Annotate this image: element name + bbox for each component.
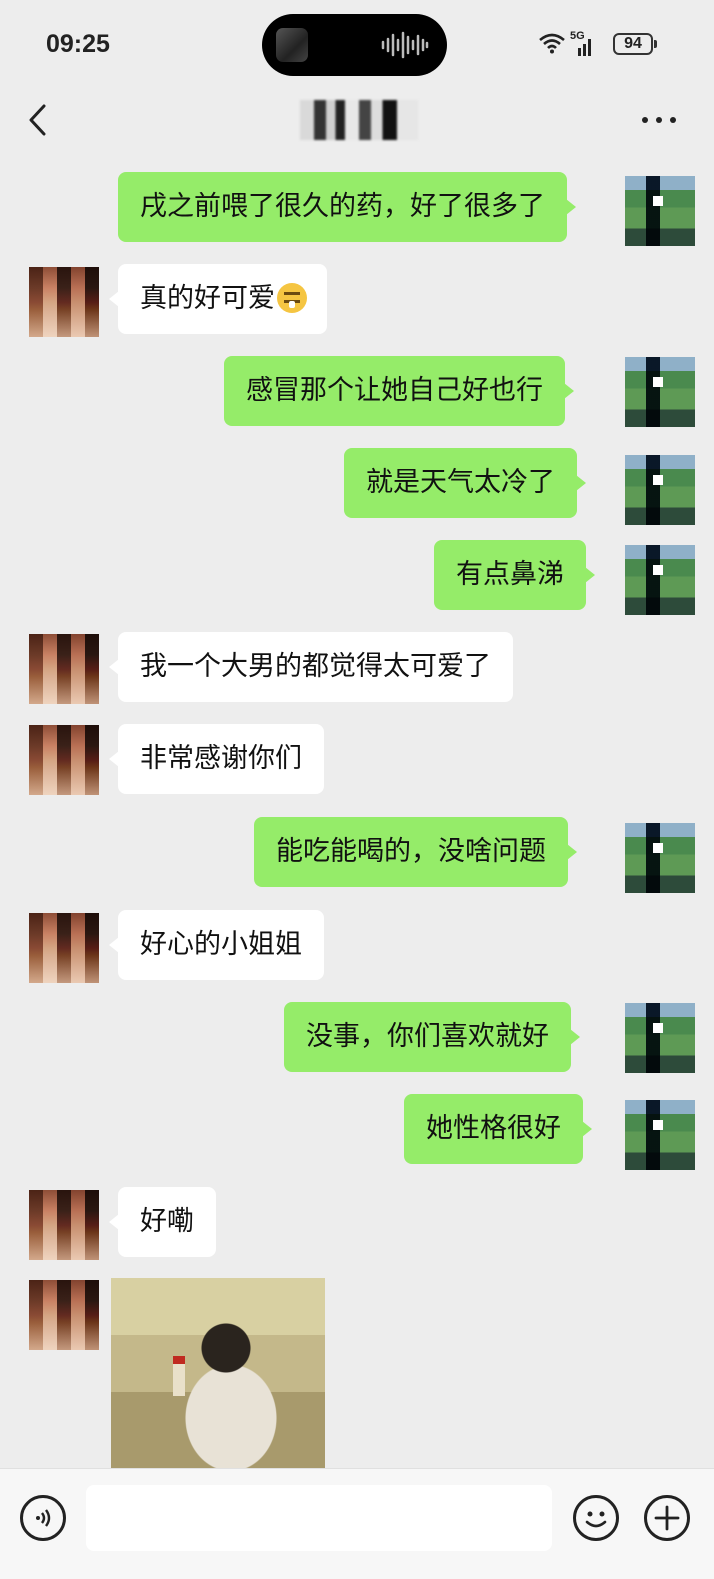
plus-button[interactable] xyxy=(644,1495,690,1541)
avatar[interactable] xyxy=(29,1190,99,1260)
avatar[interactable] xyxy=(625,176,695,246)
emoji-button[interactable] xyxy=(573,1495,619,1541)
emoji-icon xyxy=(585,1511,607,1528)
message-bubble[interactable]: 有点鼻涕 xyxy=(434,540,595,610)
plus-icon xyxy=(654,1505,680,1531)
avatar[interactable] xyxy=(625,545,695,615)
status-time: 09:25 xyxy=(46,30,110,58)
message-bubble[interactable]: 我一个大男的都觉得太可爱了 xyxy=(109,632,513,702)
voice-icon xyxy=(36,1509,51,1527)
voice-button[interactable] xyxy=(20,1495,66,1541)
wifi-icon xyxy=(539,33,565,54)
battery-indicator: 94 xyxy=(613,33,657,55)
signal-icon xyxy=(578,39,591,56)
avatar[interactable] xyxy=(29,267,99,337)
message-image[interactable] xyxy=(111,1278,325,1468)
message-bubble[interactable]: 好心的小姐姐 xyxy=(109,910,324,980)
avatar[interactable] xyxy=(625,823,695,893)
dynamic-island[interactable] xyxy=(262,14,447,76)
chat-header xyxy=(0,90,714,162)
message-bubble[interactable]: 好嘞 xyxy=(109,1187,216,1257)
message-bubble[interactable]: 真的好可爱 xyxy=(109,264,327,334)
message-bubble[interactable]: 她性格很好 xyxy=(404,1094,592,1164)
status-bar: 09:25 5G 94 xyxy=(0,0,714,90)
avatar[interactable] xyxy=(29,634,99,704)
message-bubble[interactable]: 能吃能喝的，没啥问题 xyxy=(254,817,577,887)
message-bubble[interactable]: 戌之前喂了很久的药，好了很多了 xyxy=(118,172,576,242)
avatar[interactable] xyxy=(625,1100,695,1170)
avatar[interactable] xyxy=(625,357,695,427)
audio-wave-icon xyxy=(381,31,429,59)
message-bubble[interactable]: 没事，你们喜欢就好 xyxy=(284,1002,580,1072)
message-text: 真的好可爱 xyxy=(140,283,275,314)
avatar[interactable] xyxy=(29,1280,99,1350)
avatar[interactable] xyxy=(625,1003,695,1073)
input-bar xyxy=(0,1468,714,1579)
status-icons: 5G 94 xyxy=(538,30,668,60)
message-input[interactable] xyxy=(86,1485,552,1551)
message-bubble[interactable]: 感冒那个让她自己好也行 xyxy=(224,356,574,426)
image-content xyxy=(173,1356,185,1396)
avatar[interactable] xyxy=(625,455,695,525)
avatar[interactable] xyxy=(29,725,99,795)
message-bubble[interactable]: 非常感谢你们 xyxy=(109,724,324,794)
drooling-face-emoji-icon xyxy=(277,283,307,313)
avatar[interactable] xyxy=(29,913,99,983)
chat-title xyxy=(300,100,418,140)
chevron-left-icon[interactable] xyxy=(24,100,54,140)
message-bubble[interactable]: 就是天气太冷了 xyxy=(344,448,586,518)
more-dots-icon[interactable] xyxy=(640,108,678,132)
music-cover-icon xyxy=(276,28,308,62)
